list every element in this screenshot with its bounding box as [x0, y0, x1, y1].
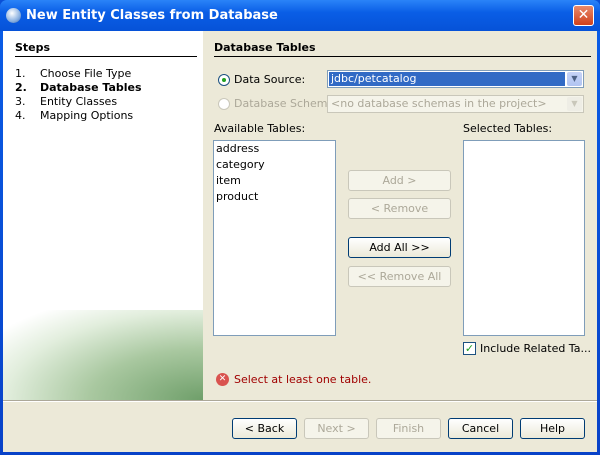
decorative-graphic	[3, 310, 203, 400]
chevron-down-icon[interactable]: ▼	[567, 72, 582, 86]
available-tables-list[interactable]: address category item product	[213, 140, 336, 336]
finish-button[interactable]: Finish	[376, 418, 441, 439]
dialog-window: New Entity Classes from Database ✕ Steps…	[0, 0, 600, 455]
data-source-combo[interactable]: jdbc/petcatalog ▼	[327, 70, 584, 88]
include-related-label: Include Related Ta...	[480, 342, 591, 355]
help-button[interactable]: Help	[520, 418, 585, 439]
cancel-button[interactable]: Cancel	[448, 418, 513, 439]
data-source-label: Data Source:	[234, 73, 306, 86]
data-source-radio[interactable]	[218, 74, 230, 86]
list-item[interactable]: item	[214, 173, 335, 189]
add-button[interactable]: Add >	[348, 170, 451, 191]
close-button[interactable]: ✕	[573, 5, 594, 26]
list-item[interactable]: address	[214, 141, 335, 157]
list-item[interactable]: product	[214, 189, 335, 205]
schema-label: Database Schema	[234, 97, 335, 110]
selected-tables-label: Selected Tables:	[463, 122, 553, 135]
steps-panel: Steps 1. Choose File Type 2. Database Tabl…	[3, 31, 203, 400]
error-icon: ✕	[216, 373, 229, 386]
include-related-checkbox[interactable]: ✓	[463, 342, 476, 355]
window-title: New Entity Classes from Database	[26, 8, 278, 23]
selected-tables-list[interactable]	[463, 140, 585, 336]
available-tables-label: Available Tables:	[214, 122, 306, 135]
remove-all-button[interactable]: << Remove All	[348, 266, 451, 287]
step-item-current: 2. Database Tables	[15, 81, 142, 94]
schema-combo[interactable]: <no database schemas in the project> ▼	[327, 95, 584, 113]
chevron-down-icon[interactable]: ▼	[567, 97, 582, 111]
schema-radio[interactable]	[218, 98, 230, 110]
steps-heading: Steps	[15, 41, 197, 57]
back-button[interactable]: < Back	[232, 418, 297, 439]
remove-button[interactable]: < Remove	[348, 198, 451, 219]
list-item[interactable]: category	[214, 157, 335, 173]
error-message: Select at least one table.	[234, 373, 372, 386]
panel-heading: Database Tables	[214, 41, 591, 57]
add-all-button[interactable]: Add All >>	[348, 237, 451, 258]
next-button[interactable]: Next >	[304, 418, 369, 439]
step-item: 3. Entity Classes	[15, 95, 118, 108]
divider	[3, 400, 597, 402]
step-item: 1. Choose File Type	[15, 67, 132, 80]
app-icon	[6, 8, 21, 23]
title-bar: New Entity Classes from Database ✕	[0, 0, 600, 31]
step-item: 4. Mapping Options	[15, 109, 134, 122]
